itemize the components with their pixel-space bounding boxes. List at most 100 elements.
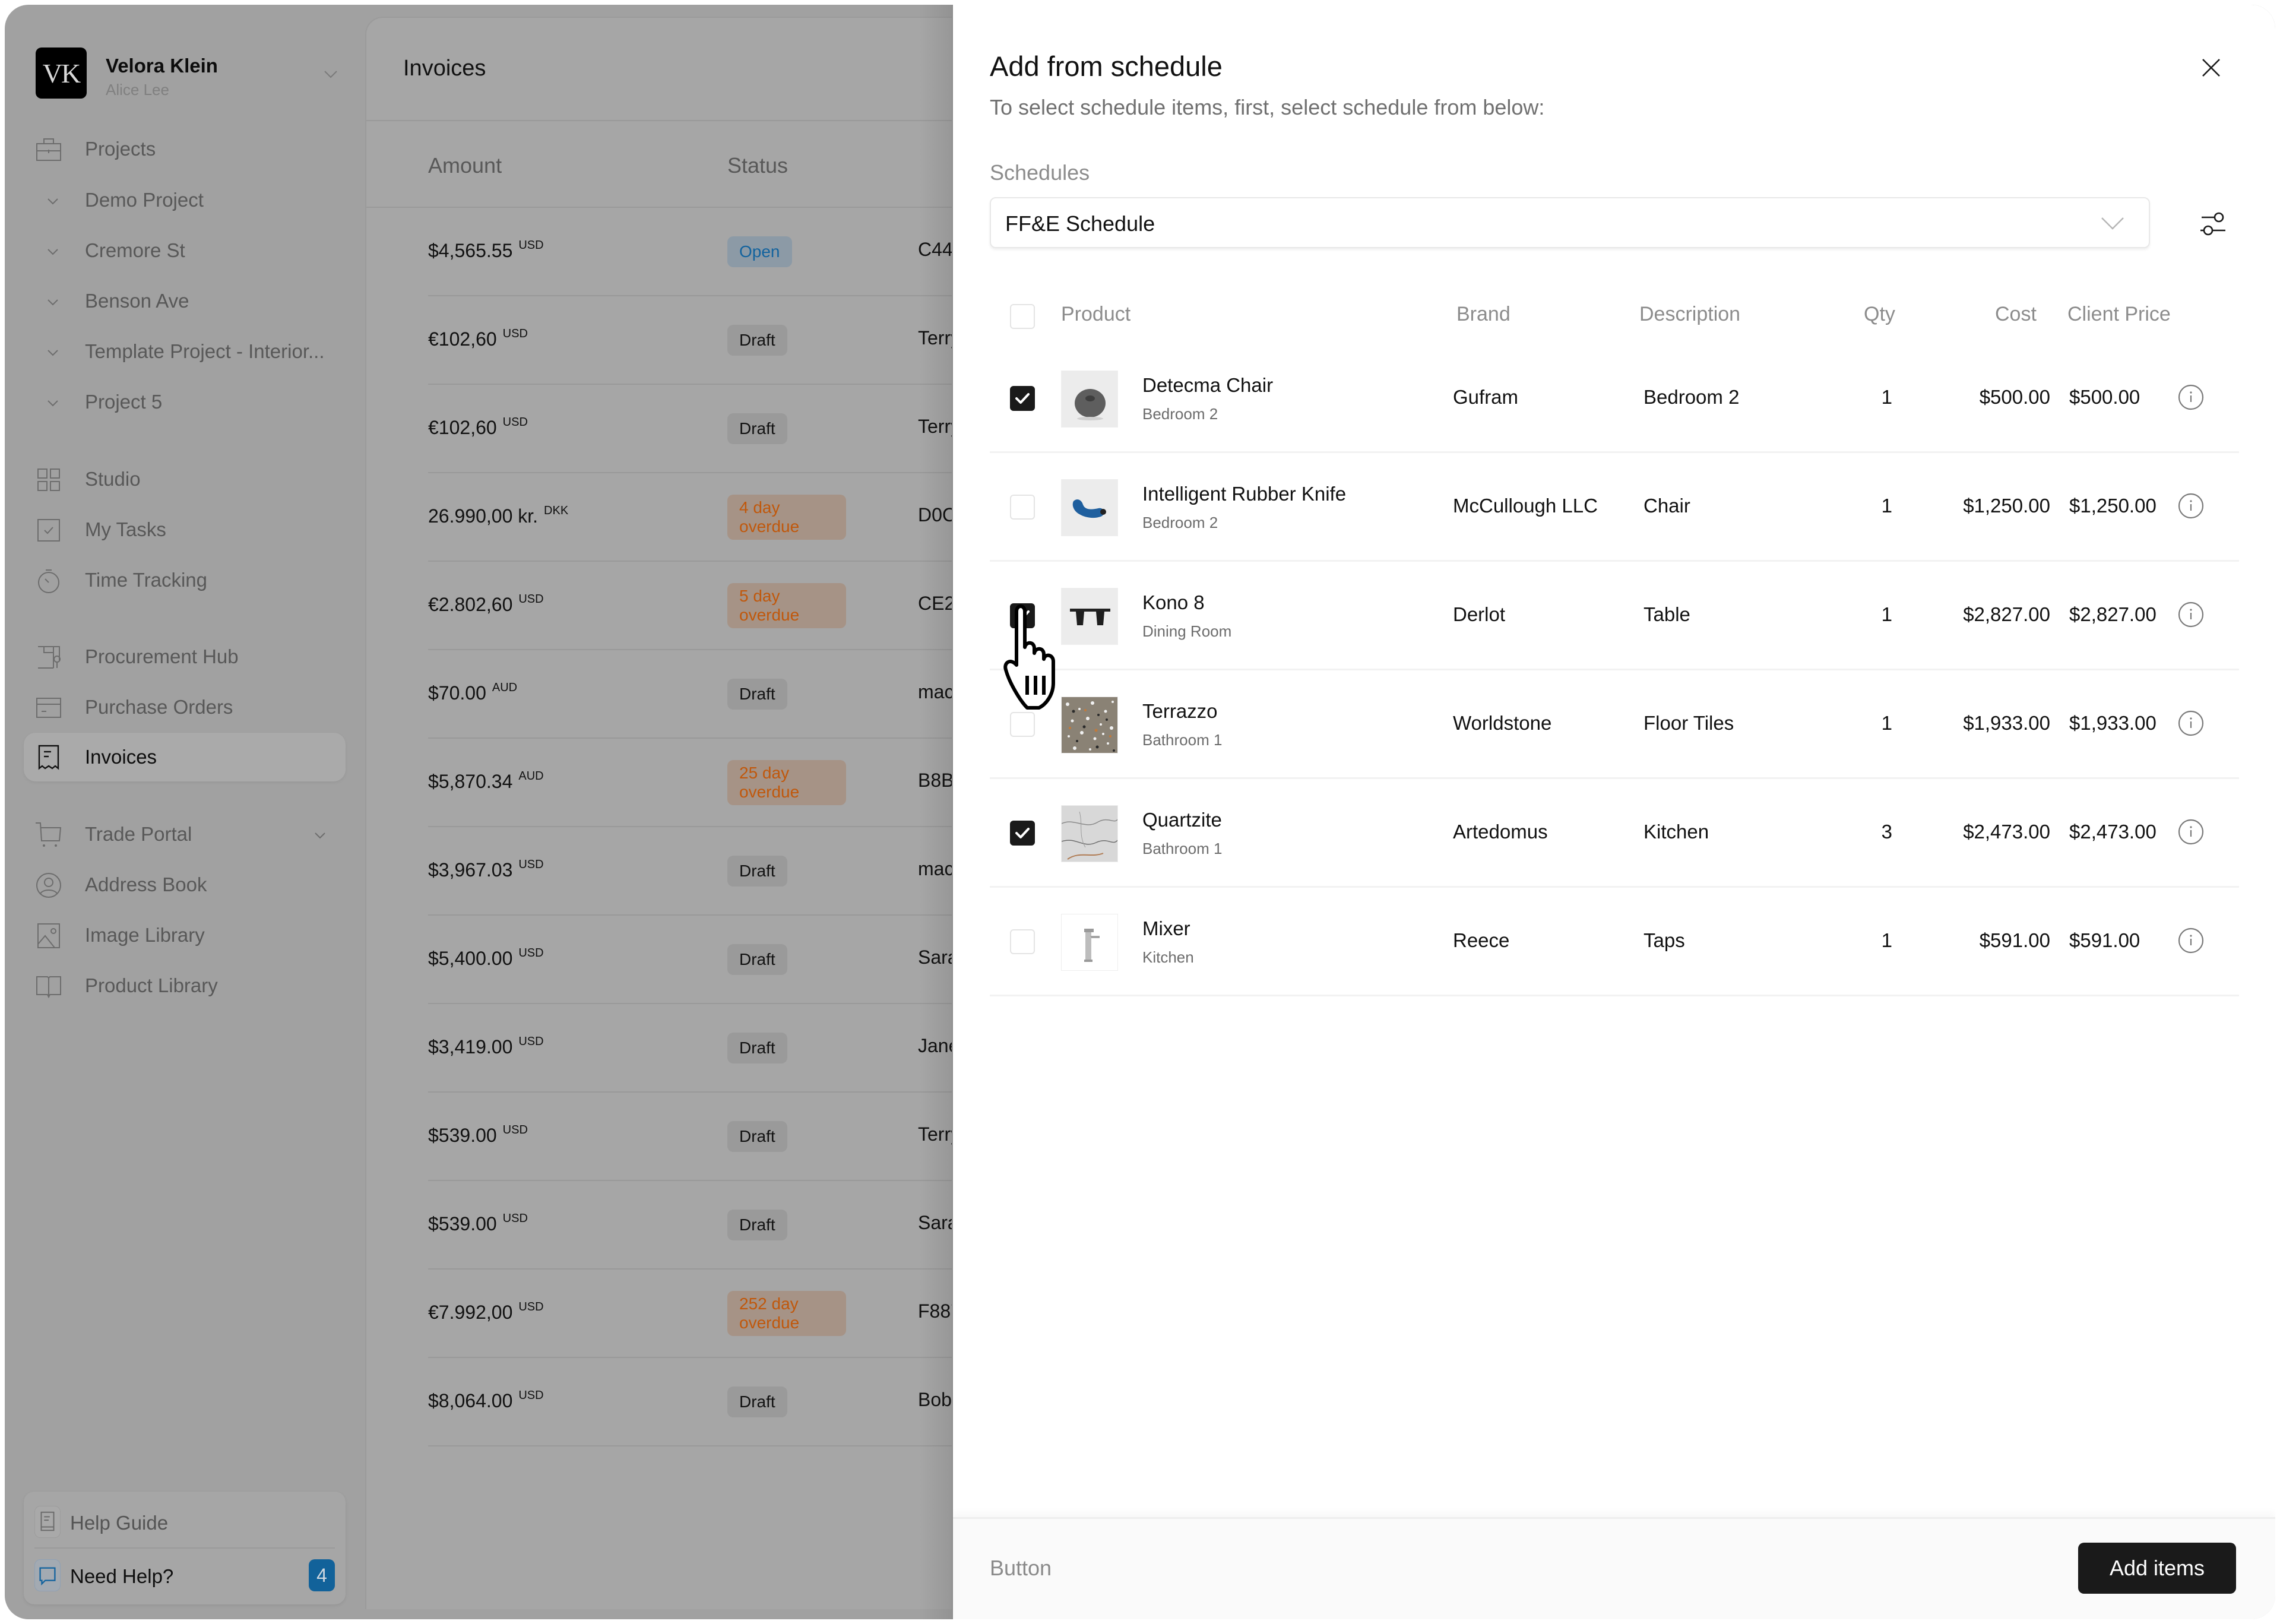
item-checkbox[interactable] xyxy=(1010,929,1035,954)
status-badge: 25 day overdue xyxy=(727,760,846,805)
sidebar-item-label: Studio xyxy=(85,468,141,490)
sidebar-item-benson-ave[interactable]: Benson Ave xyxy=(24,277,346,325)
invoice-amount: $539.00 USD xyxy=(428,1212,528,1235)
schedule-item-row[interactable]: Mixer Kitchen Reece Taps 1 $591.00 $591.00 xyxy=(990,888,2239,996)
add-items-button[interactable]: Add items xyxy=(2078,1543,2236,1594)
currency-code: AUD xyxy=(518,770,544,783)
sidebar-item-purchase-orders[interactable]: Purchase Orders xyxy=(24,683,346,732)
sidebar-item-cremore-st[interactable]: Cremore St xyxy=(24,226,346,275)
secondary-button[interactable]: Button xyxy=(990,1556,1052,1581)
schedule-item-row[interactable]: Intelligent Rubber Knife Bedroom 2 McCullo… xyxy=(990,453,2239,562)
column-header-client-price: Client Price xyxy=(2067,303,2171,325)
chevron-down-icon[interactable] xyxy=(45,395,61,411)
chevron-down-icon[interactable] xyxy=(45,244,61,259)
chevron-down-icon[interactable] xyxy=(45,345,61,360)
status-badge: Draft xyxy=(727,1121,787,1152)
item-checkbox[interactable] xyxy=(1010,386,1035,411)
sidebar-item-label: Time Tracking xyxy=(85,569,207,591)
sidebar-item-product-library[interactable]: Product Library xyxy=(24,961,346,1010)
status-badge: Draft xyxy=(727,1210,787,1240)
info-icon[interactable] xyxy=(2177,927,2205,954)
avatar: VK xyxy=(36,48,87,99)
amount-value: $539.00 xyxy=(428,1125,497,1146)
status-badge: Draft xyxy=(727,413,787,444)
sidebar-item-demo-project[interactable]: Demo Project xyxy=(24,176,346,224)
currency-code: USD xyxy=(502,416,528,429)
status-badge: 5 day overdue xyxy=(727,583,846,628)
item-checkbox[interactable] xyxy=(1010,495,1035,520)
cart-icon xyxy=(36,822,62,848)
need-help-label: Need Help? xyxy=(70,1565,174,1587)
account-switcher[interactable]: VK Velora Klein Alice Lee xyxy=(36,48,344,105)
info-icon[interactable] xyxy=(2177,710,2205,737)
product-description: Bedroom 2 xyxy=(1644,386,1740,408)
chevron-down-icon[interactable] xyxy=(45,295,61,310)
currency-code: DKK xyxy=(544,504,569,517)
need-help-link[interactable]: Need Help? 4 xyxy=(24,1551,346,1601)
currency-code: USD xyxy=(518,593,544,606)
schedule-select[interactable]: FF&E Schedule xyxy=(990,197,2150,248)
invoice-amount: 26.990,00 kr. DKK xyxy=(428,504,568,527)
sidebar-item-time-tracking[interactable]: Time Tracking xyxy=(24,556,346,604)
product-room: Bedroom 2 xyxy=(1142,514,1218,531)
column-header-brand: Brand xyxy=(1456,303,1510,325)
invoice-amount: €102,60 USD xyxy=(428,416,528,439)
schedule-item-row[interactable]: Kono 8 Dining Room Derlot Table 1 $2,827.00 $2… xyxy=(990,562,2239,670)
chevron-down-icon[interactable] xyxy=(312,828,328,843)
currency-code: USD xyxy=(518,1389,544,1402)
schedule-item-row[interactable]: Terrazzo Bathroom 1 Worldstone Floor Tiles 1… xyxy=(990,670,2239,779)
chevron-down-icon[interactable] xyxy=(45,194,61,209)
schedule-item-row[interactable]: Quartzite Bathroom 1 Artedomus Kitchen 3 $2,4… xyxy=(990,779,2239,888)
invoice-amount: €2.802,60 USD xyxy=(428,593,544,616)
item-checkbox[interactable] xyxy=(1010,712,1035,737)
column-header-status[interactable]: Status xyxy=(727,153,788,178)
modal-footer: Button Add items xyxy=(953,1517,2275,1619)
schedule-item-row[interactable]: Detecma Chair Bedroom 2 Gufram Bedroom 2 1 $5… xyxy=(990,344,2239,453)
info-icon[interactable] xyxy=(2177,818,2205,846)
sidebar-item-label: Trade Portal xyxy=(85,823,192,845)
stopwatch-icon xyxy=(36,568,62,594)
sidebar-item-address-book[interactable]: Address Book xyxy=(24,860,346,909)
invoice-amount: $8,064.00 USD xyxy=(428,1389,544,1412)
close-icon[interactable] xyxy=(2198,55,2224,81)
item-checkbox[interactable] xyxy=(1010,603,1035,628)
column-header-cost: Cost xyxy=(1995,303,2037,325)
add-from-schedule-modal: Add from schedule To select schedule ite… xyxy=(952,5,2275,1619)
filter-sliders-icon[interactable] xyxy=(2199,209,2228,239)
amount-value: $539.00 xyxy=(428,1213,497,1234)
amount-value: $3,967.03 xyxy=(428,859,513,881)
receipt-icon xyxy=(36,745,62,771)
sidebar-item-template-project-interior[interactable]: Template Project - Interior... xyxy=(24,327,346,376)
help-guide-link[interactable]: Help Guide xyxy=(24,1498,346,1547)
product-client-price: $1,250.00 xyxy=(2069,495,2156,517)
product-room: Kitchen xyxy=(1142,948,1194,966)
column-header-amount[interactable]: Amount xyxy=(428,153,502,178)
product-qty: 1 xyxy=(1881,386,1892,408)
item-checkbox[interactable] xyxy=(1010,821,1035,846)
sidebar-item-label: Procurement Hub xyxy=(85,645,239,667)
invoice-amount: $3,419.00 USD xyxy=(428,1035,544,1058)
select-all-checkbox[interactable] xyxy=(1010,304,1035,329)
sidebar-item-projects[interactable]: Projects xyxy=(24,125,346,173)
product-thumbnail xyxy=(1061,914,1118,971)
currency-code: USD xyxy=(518,239,544,252)
sidebar-item-label: Purchase Orders xyxy=(85,696,233,718)
sidebar-item-trade-portal[interactable]: Trade Portal xyxy=(24,810,346,859)
info-icon[interactable] xyxy=(2177,492,2205,520)
status-badge: Draft xyxy=(727,679,787,710)
product-description: Kitchen xyxy=(1644,821,1709,843)
sidebar-item-project-5[interactable]: Project 5 xyxy=(24,378,346,426)
product-brand: Gufram xyxy=(1453,386,1519,408)
currency-code: USD xyxy=(502,327,528,340)
product-qty: 1 xyxy=(1881,603,1892,625)
info-icon[interactable] xyxy=(2177,601,2205,628)
sidebar-item-image-library[interactable]: Image Library xyxy=(24,911,346,960)
sidebar-item-my-tasks[interactable]: My Tasks xyxy=(24,505,346,554)
sidebar-item-invoices[interactable]: Invoices xyxy=(24,733,346,781)
sidebar-item-studio[interactable]: Studio xyxy=(24,455,346,504)
invoice-amount: $539.00 USD xyxy=(428,1123,528,1147)
notification-count-badge: 4 xyxy=(309,1559,335,1591)
status-badge: 4 day overdue xyxy=(727,495,846,540)
sidebar-item-procurement-hub[interactable]: Procurement Hub xyxy=(24,632,346,681)
info-icon[interactable] xyxy=(2177,384,2205,411)
